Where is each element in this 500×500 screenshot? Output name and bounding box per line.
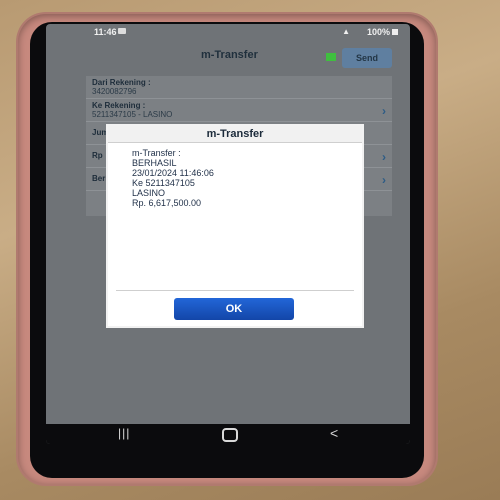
- page-title: m-Transfer: [201, 49, 258, 61]
- status-bar: 11:46 ▲ 100%: [46, 24, 410, 40]
- dialog-line: 23/01/2024 11:46:06: [132, 168, 214, 178]
- wifi-signal-icon: ▲: [342, 27, 350, 36]
- dialog-line: Ke 5211347105: [132, 178, 195, 188]
- system-nav-bar: ||| <: [46, 424, 410, 444]
- dialog-line: BERHASIL: [132, 158, 177, 168]
- dialog-divider: [116, 290, 354, 291]
- battery-percent: 100%: [366, 27, 390, 37]
- chevron-right-icon: ›: [382, 150, 386, 164]
- battery-icon: [392, 29, 398, 35]
- status-time: 11:46: [94, 27, 117, 37]
- chevron-right-icon: ›: [382, 104, 386, 118]
- from-account-value: 3420082796: [92, 87, 137, 96]
- success-dialog: m-Transfer m-Transfer : BERHASIL 23/01/2…: [106, 124, 364, 328]
- from-account-row[interactable]: Dari Rekening : 3420082796: [86, 76, 392, 99]
- dialog-line: LASINO: [132, 188, 166, 198]
- recent-apps-button[interactable]: |||: [118, 426, 130, 440]
- message-icon: [118, 28, 126, 34]
- app-header: m-Transfer Send: [46, 42, 410, 72]
- send-button[interactable]: Send: [342, 48, 392, 68]
- home-button[interactable]: [222, 428, 238, 442]
- to-account-value: 5211347105 - LASINO: [92, 110, 173, 119]
- connection-status-icon: [326, 53, 336, 61]
- chevron-right-icon: ›: [382, 173, 386, 187]
- currency-label: Rp: [92, 151, 103, 160]
- dialog-title: m-Transfer: [108, 126, 362, 143]
- to-account-label: Ke Rekening :: [92, 101, 146, 110]
- from-account-label: Dari Rekening :: [92, 78, 151, 87]
- dialog-line: m-Transfer :: [132, 148, 181, 158]
- ok-button[interactable]: OK: [174, 298, 294, 320]
- to-account-row[interactable]: Ke Rekening : 5211347105 - LASINO ›: [86, 99, 392, 122]
- back-button[interactable]: <: [330, 425, 338, 441]
- dialog-message: m-Transfer : BERHASIL 23/01/2024 11:46:0…: [132, 148, 342, 208]
- dialog-line: Rp. 6,617,500.00: [132, 198, 202, 208]
